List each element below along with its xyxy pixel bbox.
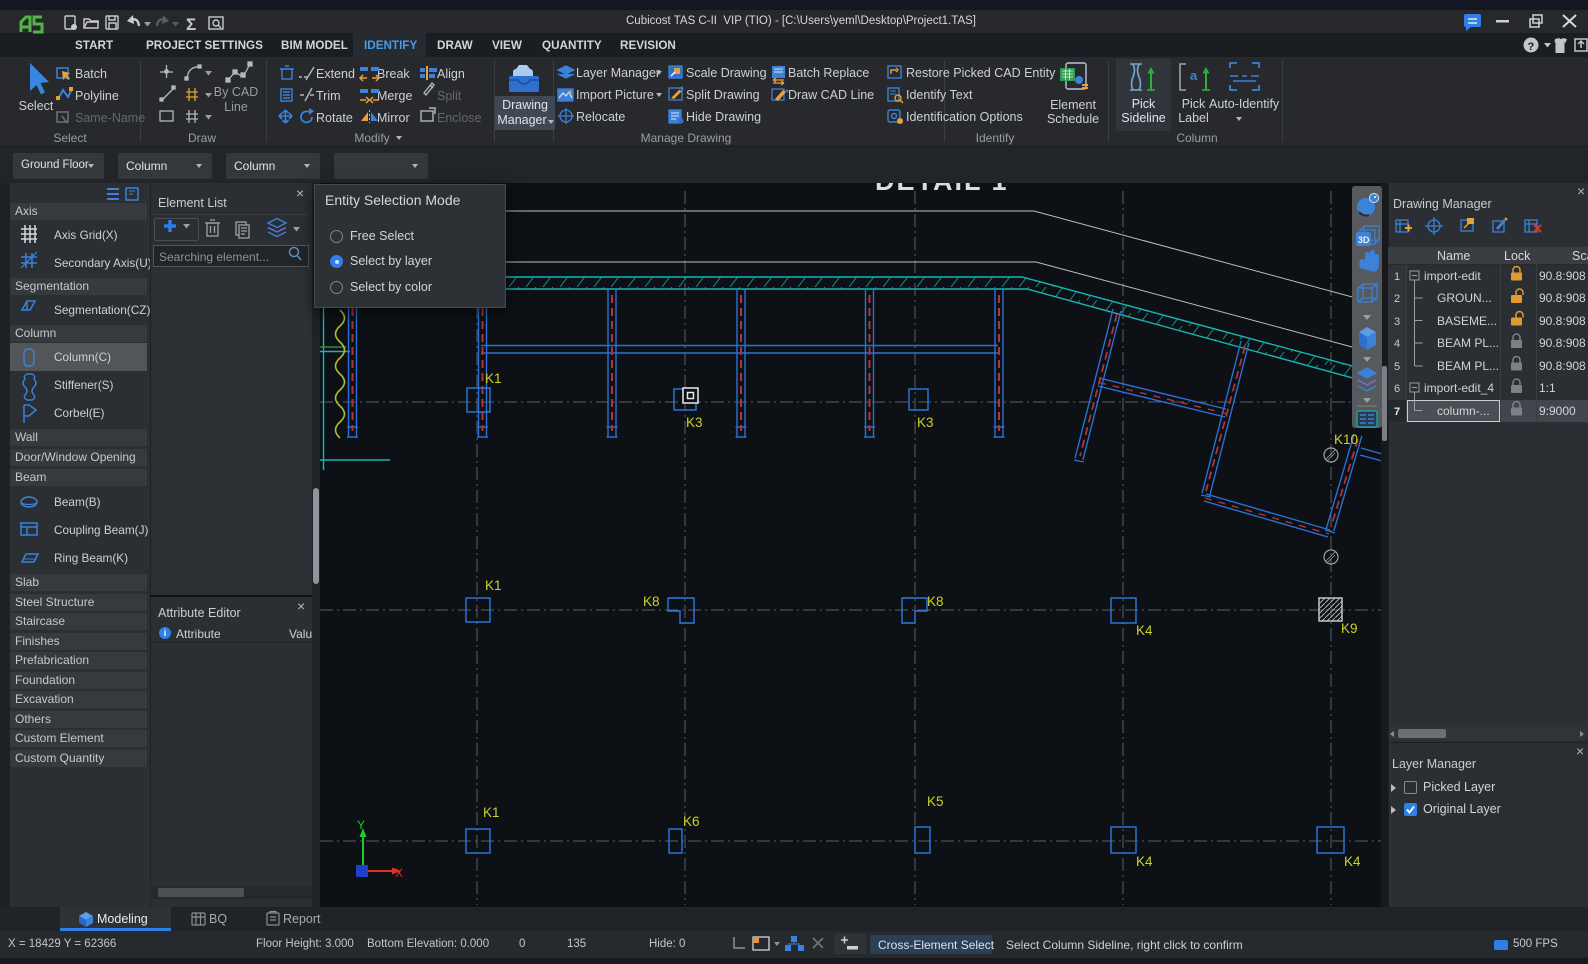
svg-text:Y: Y — [357, 818, 365, 832]
svg-text:K4: K4 — [1136, 854, 1153, 869]
svg-text:4: 4 — [1394, 338, 1400, 350]
svg-text:K1: K1 — [485, 371, 502, 386]
svg-text:K1: K1 — [485, 578, 502, 593]
svg-text:90.8:908: 90.8:908 — [1539, 269, 1586, 283]
svg-text:9:9000: 9:9000 — [1539, 404, 1576, 418]
svg-text:BEAM PL...: BEAM PL... — [1437, 359, 1499, 373]
svg-text:K3: K3 — [917, 415, 934, 430]
svg-text:90.8:908: 90.8:908 — [1539, 314, 1586, 328]
svg-text:K6: K6 — [683, 814, 700, 829]
svg-text:3: 3 — [1394, 316, 1400, 328]
svg-text:K4: K4 — [1344, 854, 1361, 869]
svg-text:K5: K5 — [927, 794, 944, 809]
svg-text:6: 6 — [1394, 383, 1400, 395]
svg-text:90.8:908: 90.8:908 — [1539, 336, 1586, 350]
svg-text:K8: K8 — [643, 594, 660, 609]
svg-text:90.8:908: 90.8:908 — [1539, 359, 1586, 373]
svg-text:GROUN...: GROUN... — [1437, 291, 1492, 305]
svg-text:Σ: Σ — [186, 15, 196, 34]
svg-text:90.8:908: 90.8:908 — [1539, 291, 1586, 305]
svg-text:5: 5 — [1394, 361, 1400, 373]
svg-text:column-...: column-... — [1437, 404, 1490, 418]
svg-text:BASEME...: BASEME... — [1437, 314, 1497, 328]
svg-text:K10: K10 — [1334, 432, 1358, 447]
svg-text:K3: K3 — [686, 415, 703, 430]
svg-text:import-edit_4: import-edit_4 — [1424, 381, 1494, 395]
svg-text:?: ? — [1528, 41, 1535, 53]
svg-text:K9: K9 — [1341, 621, 1358, 636]
svg-text:K4: K4 — [1136, 623, 1153, 638]
svg-text:1:1: 1:1 — [1539, 381, 1556, 395]
svg-text:BEAM PL...: BEAM PL... — [1437, 336, 1499, 350]
svg-text:X: X — [395, 866, 403, 880]
svg-text:7: 7 — [1394, 406, 1400, 418]
svg-text:import-edit: import-edit — [1424, 269, 1481, 283]
svg-text:DETAIL 1: DETAIL 1 — [875, 183, 1009, 196]
svg-text:a: a — [1190, 68, 1198, 83]
svg-text:K8: K8 — [927, 594, 944, 609]
svg-text:K1: K1 — [483, 805, 500, 820]
svg-text:2: 2 — [1394, 293, 1400, 305]
svg-text:1: 1 — [1394, 271, 1400, 283]
svg-text:3D: 3D — [1358, 235, 1370, 245]
